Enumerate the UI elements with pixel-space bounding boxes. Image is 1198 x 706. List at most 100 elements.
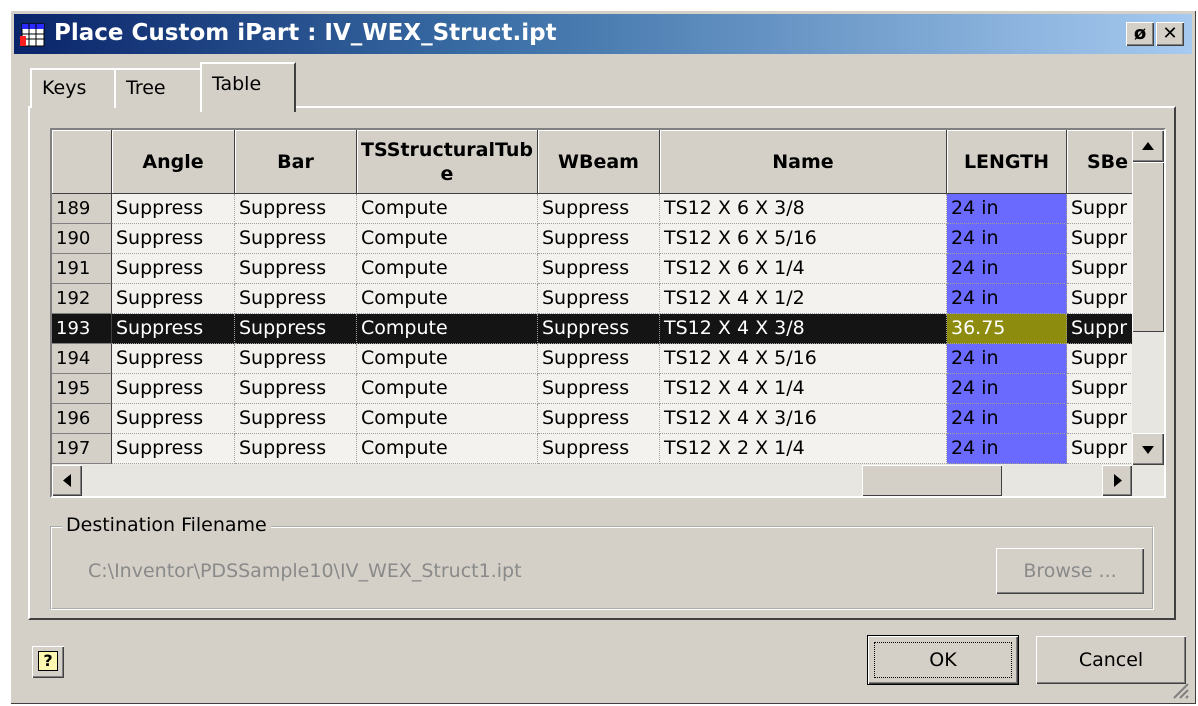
table-cell[interactable]: Suppress bbox=[538, 344, 660, 374]
pin-button[interactable]: ø bbox=[1126, 22, 1154, 46]
table-row[interactable]: 197 Suppress Suppress Compute Suppress TS12 X… bbox=[52, 434, 1147, 464]
vertical-scrollbar[interactable] bbox=[1132, 130, 1164, 465]
table-cell[interactable]: 24 in bbox=[947, 344, 1067, 374]
table-cell[interactable]: Suppress bbox=[235, 434, 357, 464]
table-cell[interactable]: Suppress bbox=[235, 254, 357, 284]
table-cell[interactable]: Suppress bbox=[235, 374, 357, 404]
table-row[interactable]: 191 Suppress Suppress Compute Suppress TS12 X… bbox=[52, 254, 1147, 284]
row-header[interactable]: 197 bbox=[52, 434, 112, 464]
row-header[interactable]: 193 bbox=[52, 314, 112, 344]
table-cell[interactable]: Suppress bbox=[235, 284, 357, 314]
table-cell[interactable]: TS12 X 4 X 5/16 bbox=[660, 344, 947, 374]
row-header[interactable]: 190 bbox=[52, 224, 112, 254]
table-cell[interactable]: Suppress bbox=[235, 224, 357, 254]
table-cell[interactable]: Suppress bbox=[112, 374, 235, 404]
table-cell[interactable]: Suppress bbox=[235, 194, 357, 224]
table-cell[interactable]: Compute bbox=[357, 254, 538, 284]
ipart-table-grid[interactable]: Angle Bar TSStructuralTube WBeam Name LENGTH S… bbox=[50, 128, 1166, 498]
table-row-selected[interactable]: 193 Suppress Suppress Compute Suppress TS12 X… bbox=[52, 314, 1147, 344]
table-cell[interactable]: 24 in bbox=[947, 254, 1067, 284]
row-header[interactable]: 189 bbox=[52, 194, 112, 224]
table-row[interactable]: 196 Suppress Suppress Compute Suppress TS12 X… bbox=[52, 404, 1147, 434]
cancel-button[interactable]: Cancel bbox=[1036, 636, 1186, 684]
table-cell[interactable]: Suppress bbox=[112, 434, 235, 464]
table-cell[interactable]: Suppress bbox=[235, 404, 357, 434]
table-cell[interactable]: TS12 X 4 X 3/8 bbox=[660, 314, 947, 344]
table-cell[interactable]: 36.75 bbox=[947, 314, 1067, 344]
table-cell[interactable]: Suppress bbox=[112, 344, 235, 374]
table-cell[interactable]: Compute bbox=[357, 284, 538, 314]
table-cell[interactable]: TS12 X 4 X 1/4 bbox=[660, 374, 947, 404]
table-cell[interactable]: TS12 X 6 X 5/16 bbox=[660, 224, 947, 254]
scroll-down-button[interactable] bbox=[1132, 433, 1164, 465]
row-header[interactable]: 194 bbox=[52, 344, 112, 374]
table-cell[interactable]: Suppress bbox=[538, 224, 660, 254]
table-row[interactable]: 190 Suppress Suppress Compute Suppress TS12 X… bbox=[52, 224, 1147, 254]
table-cell[interactable]: Suppress bbox=[235, 314, 357, 344]
column-header[interactable]: LENGTH bbox=[947, 130, 1067, 194]
table-cell[interactable]: Suppress bbox=[112, 254, 235, 284]
table-cell[interactable]: 24 in bbox=[947, 224, 1067, 254]
scroll-right-button[interactable] bbox=[1102, 465, 1132, 496]
table-row[interactable]: 195 Suppress Suppress Compute Suppress TS12 X… bbox=[52, 374, 1147, 404]
horizontal-scrollbar[interactable] bbox=[52, 465, 1164, 496]
table-cell[interactable]: 24 in bbox=[947, 404, 1067, 434]
tab-keys[interactable]: Keys bbox=[30, 68, 116, 108]
table-cell[interactable]: TS12 X 6 X 1/4 bbox=[660, 254, 947, 284]
table-cell[interactable]: 24 in bbox=[947, 434, 1067, 464]
column-header[interactable]: WBeam bbox=[538, 130, 660, 194]
help-button[interactable]: ? bbox=[32, 646, 64, 678]
table-cell[interactable]: Compute bbox=[357, 344, 538, 374]
column-header[interactable]: Angle bbox=[112, 130, 235, 194]
table-cell[interactable]: TS12 X 2 X 1/4 bbox=[660, 434, 947, 464]
column-header[interactable]: Name bbox=[660, 130, 947, 194]
tab-tree[interactable]: Tree bbox=[114, 68, 204, 108]
column-header[interactable]: Bar bbox=[235, 130, 357, 194]
table-row[interactable]: 189 Suppress Suppress Compute Suppress TS12 X… bbox=[52, 194, 1147, 224]
table-row[interactable]: 194 Suppress Suppress Compute Suppress TS12 X… bbox=[52, 344, 1147, 374]
table-cell[interactable]: TS12 X 4 X 3/16 bbox=[660, 404, 947, 434]
table-cell[interactable]: 24 in bbox=[947, 374, 1067, 404]
table-cell[interactable]: Compute bbox=[357, 374, 538, 404]
row-header[interactable]: 196 bbox=[52, 404, 112, 434]
table-cell[interactable]: TS12 X 4 X 1/2 bbox=[660, 284, 947, 314]
table-cell[interactable]: Suppress bbox=[538, 194, 660, 224]
table-cell[interactable]: 24 in bbox=[947, 194, 1067, 224]
table-cell[interactable]: Suppress bbox=[538, 374, 660, 404]
tab-table[interactable]: Table bbox=[200, 62, 296, 112]
horizontal-scroll-thumb[interactable] bbox=[862, 465, 1002, 496]
table-cell[interactable]: Suppress bbox=[235, 344, 357, 374]
column-header[interactable]: TSStructuralTube bbox=[357, 130, 538, 194]
table-cell[interactable]: Suppress bbox=[538, 404, 660, 434]
table-row[interactable]: 192 Suppress Suppress Compute Suppress TS12 X… bbox=[52, 284, 1147, 314]
table-cell[interactable]: Suppress bbox=[112, 224, 235, 254]
title-bar[interactable]: Place Custom iPart : IV_WEX_Struct.ipt ø… bbox=[14, 14, 1192, 54]
table-cell[interactable]: Suppress bbox=[112, 404, 235, 434]
row-header[interactable]: 192 bbox=[52, 284, 112, 314]
table-cell[interactable]: Compute bbox=[357, 404, 538, 434]
table-cell[interactable]: Suppress bbox=[538, 284, 660, 314]
scroll-up-button[interactable] bbox=[1132, 130, 1164, 162]
scroll-left-button[interactable] bbox=[52, 465, 82, 496]
table-cell[interactable]: Suppress bbox=[112, 284, 235, 314]
table-cell[interactable]: TS12 X 6 X 3/8 bbox=[660, 194, 947, 224]
row-header[interactable]: 195 bbox=[52, 374, 112, 404]
ok-button[interactable]: OK bbox=[867, 635, 1019, 685]
table-cell[interactable]: Suppress bbox=[112, 194, 235, 224]
table-cell[interactable]: Compute bbox=[357, 434, 538, 464]
table-cell[interactable]: Compute bbox=[357, 194, 538, 224]
vertical-scroll-thumb[interactable] bbox=[1132, 162, 1164, 332]
table-cell[interactable]: Compute bbox=[357, 224, 538, 254]
row-header[interactable]: 191 bbox=[52, 254, 112, 284]
table-cell[interactable]: Suppress bbox=[538, 434, 660, 464]
table-cell[interactable]: Suppress bbox=[112, 314, 235, 344]
table-cell[interactable]: 24 in bbox=[947, 284, 1067, 314]
close-button[interactable]: ✕ bbox=[1156, 22, 1184, 46]
resize-grip-icon[interactable] bbox=[1170, 680, 1190, 700]
table-cell[interactable]: Suppress bbox=[538, 314, 660, 344]
table-corner[interactable] bbox=[52, 130, 112, 194]
browse-button[interactable]: Browse ... bbox=[996, 548, 1144, 594]
arrow-up-icon bbox=[1142, 142, 1154, 150]
table-cell[interactable]: Compute bbox=[357, 314, 538, 344]
table-cell[interactable]: Suppress bbox=[538, 254, 660, 284]
